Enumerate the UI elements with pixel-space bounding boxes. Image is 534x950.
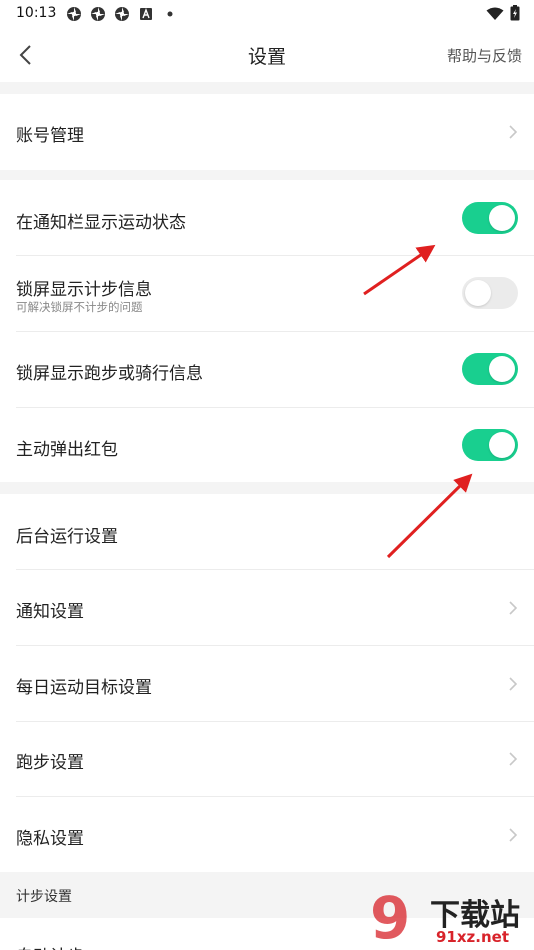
row-label: 账号管理	[16, 126, 84, 146]
section-gap	[0, 82, 534, 94]
red-packet-toggle[interactable]	[462, 429, 518, 461]
title-bar: 设置 帮助与反馈	[0, 28, 534, 82]
lockscreen-run-toggle[interactable]	[462, 353, 518, 385]
row-label: 自动计步	[16, 942, 84, 950]
chevron-right-icon	[509, 752, 518, 766]
section-title: 计步设置	[16, 889, 72, 905]
row-label: 隐私设置	[16, 829, 84, 849]
watermark-logo: 9	[370, 884, 411, 950]
row-label: 锁屏显示跑步或骑行信息	[16, 364, 203, 384]
notification-icons	[66, 6, 178, 22]
row-label: 锁屏显示计步信息	[16, 280, 152, 300]
dot-icon	[162, 6, 178, 22]
row-label: 主动弹出红包	[16, 440, 118, 460]
chevron-right-icon	[509, 828, 518, 842]
chevron-right-icon	[509, 601, 518, 615]
row-label: 通知设置	[16, 602, 84, 622]
status-time: 10:13	[16, 5, 57, 21]
a-badge-icon	[138, 6, 154, 22]
battery-charging-icon	[510, 5, 520, 25]
background-run-settings-row[interactable]: 后台运行设置	[0, 494, 534, 570]
row-label: 后台运行设置	[16, 527, 118, 547]
status-bar: 10:13	[0, 0, 534, 28]
notification-bar-status-row: 在通知栏显示运动状态	[0, 180, 534, 256]
pinwheel-icon	[114, 6, 130, 22]
site-watermark: 9 下载站 91xz.net	[366, 884, 534, 950]
notification-settings-row[interactable]: 通知设置	[0, 570, 534, 646]
pinwheel-icon	[66, 6, 82, 22]
account-management-row[interactable]: 账号管理	[0, 94, 534, 170]
toggle-knob	[489, 205, 515, 231]
toggle-knob	[465, 280, 491, 306]
lockscreen-steps-toggle[interactable]	[462, 277, 518, 309]
privacy-settings-row[interactable]: 隐私设置	[0, 797, 534, 872]
running-settings-row[interactable]: 跑步设置	[0, 722, 534, 797]
lockscreen-run-ride-row: 锁屏显示跑步或骑行信息	[0, 332, 534, 408]
row-sublabel: 可解决锁屏不计步的问题	[16, 300, 143, 314]
red-packet-popup-row: 主动弹出红包	[0, 408, 534, 482]
help-feedback-link[interactable]: 帮助与反馈	[447, 45, 522, 66]
system-icons	[486, 5, 520, 25]
wifi-icon	[486, 6, 504, 25]
row-label: 每日运动目标设置	[16, 678, 152, 698]
notification-bar-toggle[interactable]	[462, 202, 518, 234]
settings-screen: 10:13 设置 帮助与反馈 账号管理 在通知栏显示运动状态 锁屏显示计步信息 …	[0, 0, 534, 950]
watermark-url: 91xz.net	[436, 928, 510, 946]
pinwheel-icon	[90, 6, 106, 22]
section-gap	[0, 170, 534, 180]
toggle-knob	[489, 432, 515, 458]
daily-goal-settings-row[interactable]: 每日运动目标设置	[0, 646, 534, 722]
toggle-knob	[489, 356, 515, 382]
section-gap	[0, 482, 534, 494]
lockscreen-steps-row: 锁屏显示计步信息 可解决锁屏不计步的问题	[0, 256, 534, 332]
chevron-right-icon	[509, 677, 518, 691]
row-label: 在通知栏显示运动状态	[16, 213, 186, 233]
chevron-right-icon	[509, 125, 518, 139]
row-label: 跑步设置	[16, 753, 84, 773]
